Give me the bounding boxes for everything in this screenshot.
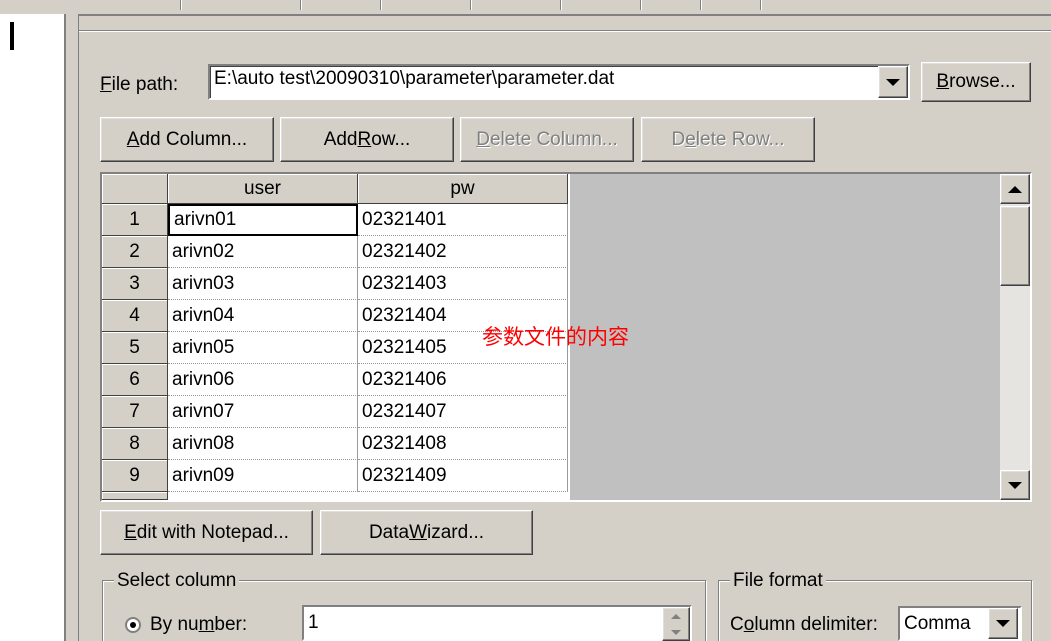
grid-cell-user[interactable]: arivn03 [168, 268, 358, 300]
grid-corner-header[interactable] [102, 174, 168, 204]
column-header-user[interactable]: user [168, 174, 358, 204]
edit-with-notepad-button[interactable]: Edit with Notepad... [100, 510, 313, 555]
add-row-button[interactable]: Add Row... [280, 117, 454, 162]
grid-cell-user[interactable]: arivn07 [168, 396, 358, 428]
grid-cell-pw[interactable]: 02321402 [358, 236, 568, 268]
file-format-title: File format [730, 570, 826, 592]
delete-column-button[interactable]: Delete Column... [460, 117, 634, 162]
row-header[interactable]: 6 [102, 364, 168, 396]
grid-cell-pw[interactable]: 02321409 [358, 460, 568, 492]
file-path-value: E:\auto test\20090310\parameter\paramete… [214, 68, 615, 89]
delete-row-button[interactable]: De lete Row... [641, 117, 815, 162]
annotation-text: 参数文件的内容 [482, 325, 629, 349]
grid-cell-user[interactable]: arivn01 [168, 204, 358, 236]
scroll-down-icon [1008, 481, 1022, 489]
row-header[interactable]: 1 [102, 204, 168, 236]
row-header[interactable]: 7 [102, 396, 168, 428]
grid-cell-pw[interactable]: 02321408 [358, 428, 568, 460]
grid-cell-user[interactable]: arivn09 [168, 460, 358, 492]
file-path-label: File path: [100, 74, 179, 95]
browse-button[interactable]: Browse... [921, 62, 1031, 102]
row-header[interactable]: 5 [102, 332, 168, 364]
top-toolbar-strip [0, 0, 1051, 14]
chevron-down-icon [886, 78, 900, 86]
left-pane-caret [10, 22, 14, 50]
column-header-pw[interactable]: pw [358, 174, 568, 204]
spin-up-icon [671, 613, 681, 619]
grid-cell-user[interactable]: arivn04 [168, 300, 358, 332]
row-header-partial [102, 492, 168, 500]
select-column-title: Select column [114, 570, 240, 592]
row-header[interactable]: 4 [102, 300, 168, 332]
scroll-up-icon [1008, 185, 1022, 193]
column-number-value: 1 [308, 612, 319, 633]
row-header[interactable]: 3 [102, 268, 168, 300]
row-header[interactable]: 9 [102, 460, 168, 492]
add-column-button[interactable]: Add Column... [100, 117, 274, 162]
grid-cell-pw[interactable]: 02321403 [358, 268, 568, 300]
row-header[interactable]: 2 [102, 236, 168, 268]
column-number-input[interactable] [302, 605, 692, 641]
column-delimiter-value: Comma [904, 613, 971, 634]
scroll-up-button[interactable] [1000, 174, 1030, 204]
grid-cell-user[interactable]: arivn05 [168, 332, 358, 364]
grid-cell-user[interactable]: arivn08 [168, 428, 358, 460]
data-wizard-button[interactable]: Data Wizard... [320, 510, 533, 555]
radio-selected-dot [130, 622, 136, 628]
grid-cell-pw[interactable]: 02321406 [358, 364, 568, 396]
row-header[interactable]: 8 [102, 428, 168, 460]
grid-cell-pw[interactable]: 02321401 [358, 204, 568, 236]
delimiter-dropdown-button[interactable] [988, 608, 1018, 639]
spin-down-icon [671, 629, 681, 635]
grid-cell-pw[interactable]: 02321407 [358, 396, 568, 428]
file-path-dropdown-button[interactable] [878, 66, 908, 98]
left-pane [0, 14, 66, 641]
scroll-thumb[interactable] [1000, 206, 1030, 286]
scroll-down-button[interactable] [1000, 470, 1030, 500]
panel-divider [79, 30, 1051, 32]
chevron-down-icon [996, 620, 1010, 627]
column-number-spinner[interactable] [662, 607, 690, 641]
by-number-label: By number: [150, 614, 248, 635]
grid-cell-user[interactable]: arivn06 [168, 364, 358, 396]
column-delimiter-label: Column delimiter: [730, 614, 878, 635]
grid-cell-user[interactable]: arivn02 [168, 236, 358, 268]
